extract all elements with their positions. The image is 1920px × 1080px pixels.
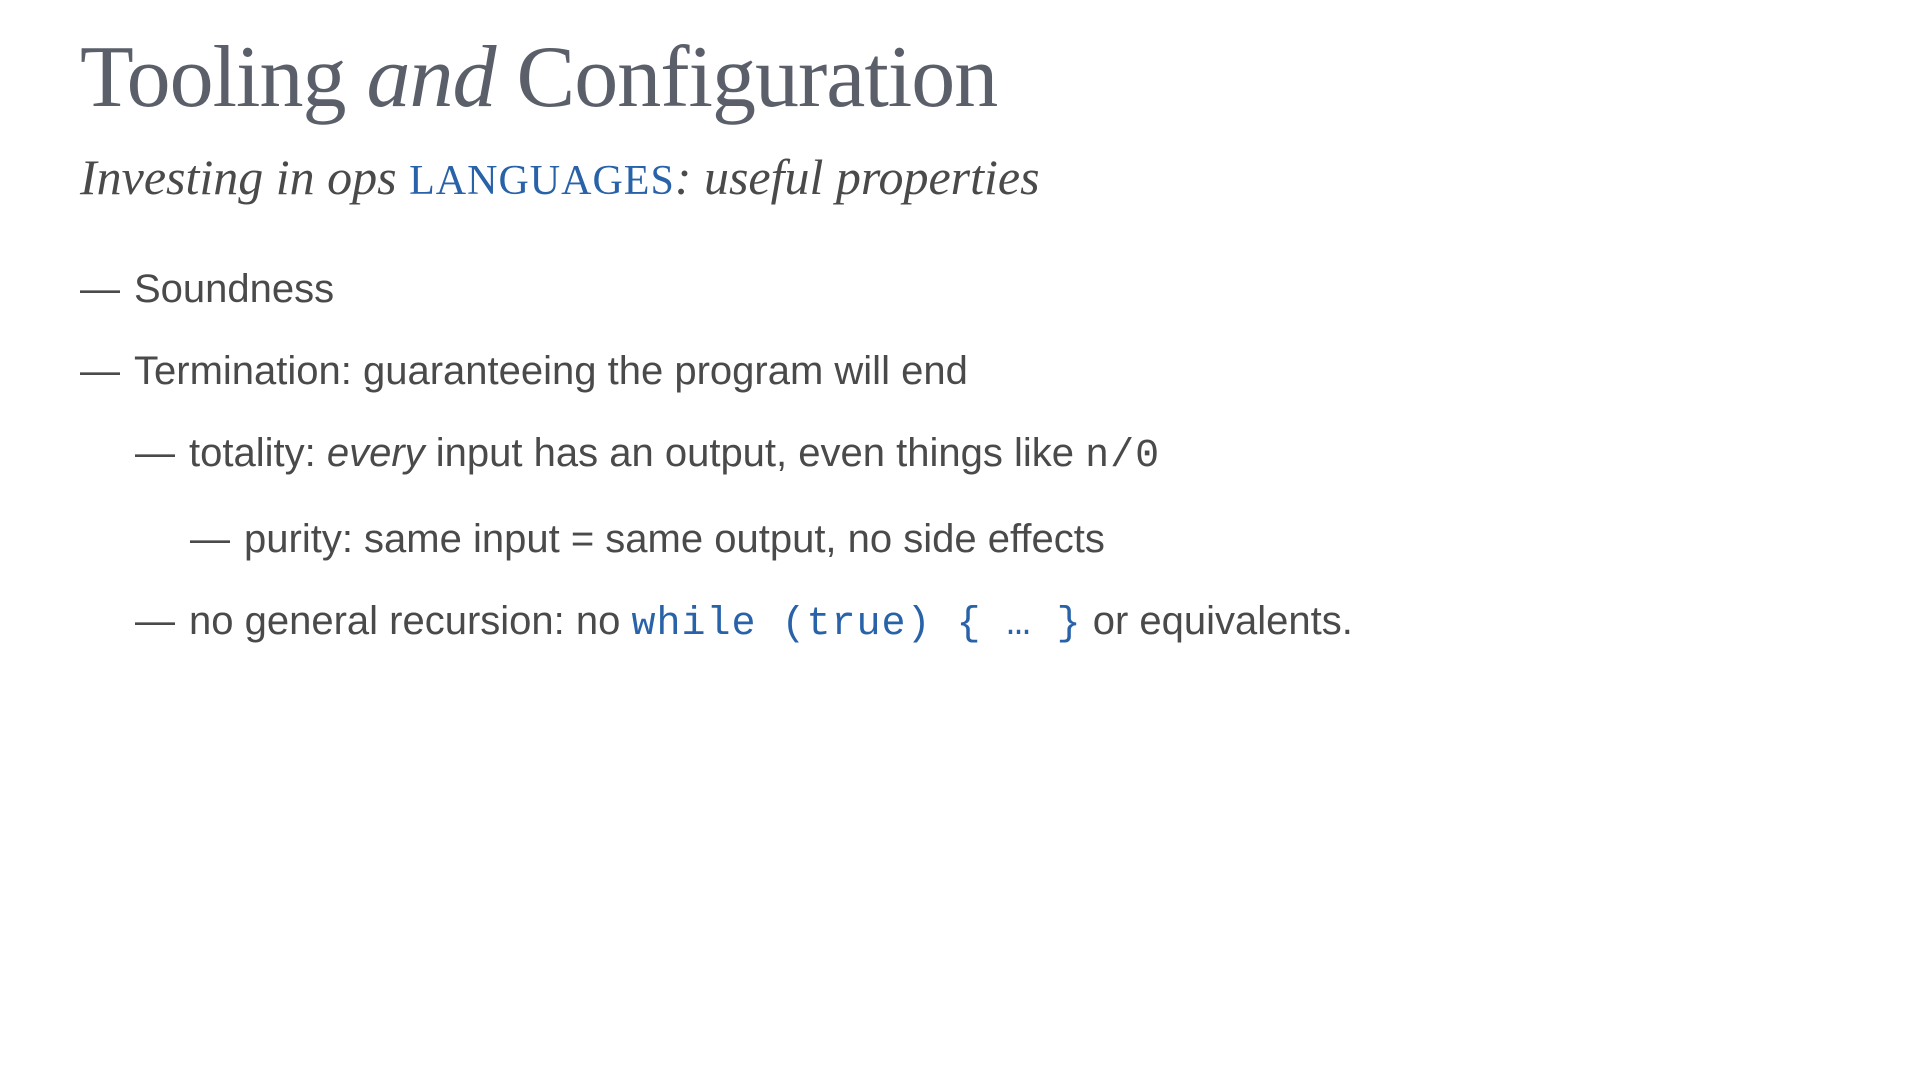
totality-post: input has an output, even things like xyxy=(425,431,1085,475)
bullet-totality: — totality: every input has an output, e… xyxy=(135,426,1840,484)
slide: Tooling and Configuration Investing in o… xyxy=(0,0,1920,1080)
bullet-text: Soundness xyxy=(134,262,1840,316)
bullet-purity: — purity: same input = same output, no s… xyxy=(190,512,1840,566)
code-while-true: while (true) { … } xyxy=(632,602,1082,647)
title-part1: Tooling xyxy=(80,29,346,126)
dash-icon: — xyxy=(80,344,120,398)
bullet-text: totality: every input has an output, eve… xyxy=(189,426,1840,484)
subtitle-part1: Investing in ops xyxy=(80,149,409,205)
subtitle-smallcaps: languages xyxy=(409,158,675,204)
bullet-list: — Soundness — Termination: guaranteeing … xyxy=(80,262,1840,652)
dash-icon: — xyxy=(135,426,175,480)
slide-title: Tooling and Configuration xyxy=(80,30,1840,127)
recursion-post: or equivalents. xyxy=(1082,599,1353,643)
slide-subtitle: Investing in ops languages: useful prope… xyxy=(80,147,1840,207)
subtitle-part2: : useful properties xyxy=(675,149,1040,205)
bullet-text: Termination: guaranteeing the program wi… xyxy=(134,344,1840,398)
dash-icon: — xyxy=(80,262,120,316)
bullet-text: purity: same input = same output, no sid… xyxy=(244,512,1840,566)
bullet-termination: — Termination: guaranteeing the program … xyxy=(80,344,1840,398)
totality-em: every xyxy=(327,431,425,475)
totality-pre: totality: xyxy=(189,431,327,475)
dash-icon: — xyxy=(190,512,230,566)
title-and: and xyxy=(346,29,517,126)
dash-icon: — xyxy=(135,594,175,648)
bullet-no-recursion: — no general recursion: no while (true) … xyxy=(135,594,1840,652)
code-n-div-0: n/0 xyxy=(1085,434,1160,479)
bullet-text: no general recursion: no while (true) { … xyxy=(189,594,1840,652)
recursion-pre: no general recursion: no xyxy=(189,599,632,643)
title-part2: Configuration xyxy=(517,29,998,126)
bullet-soundness: — Soundness xyxy=(80,262,1840,316)
